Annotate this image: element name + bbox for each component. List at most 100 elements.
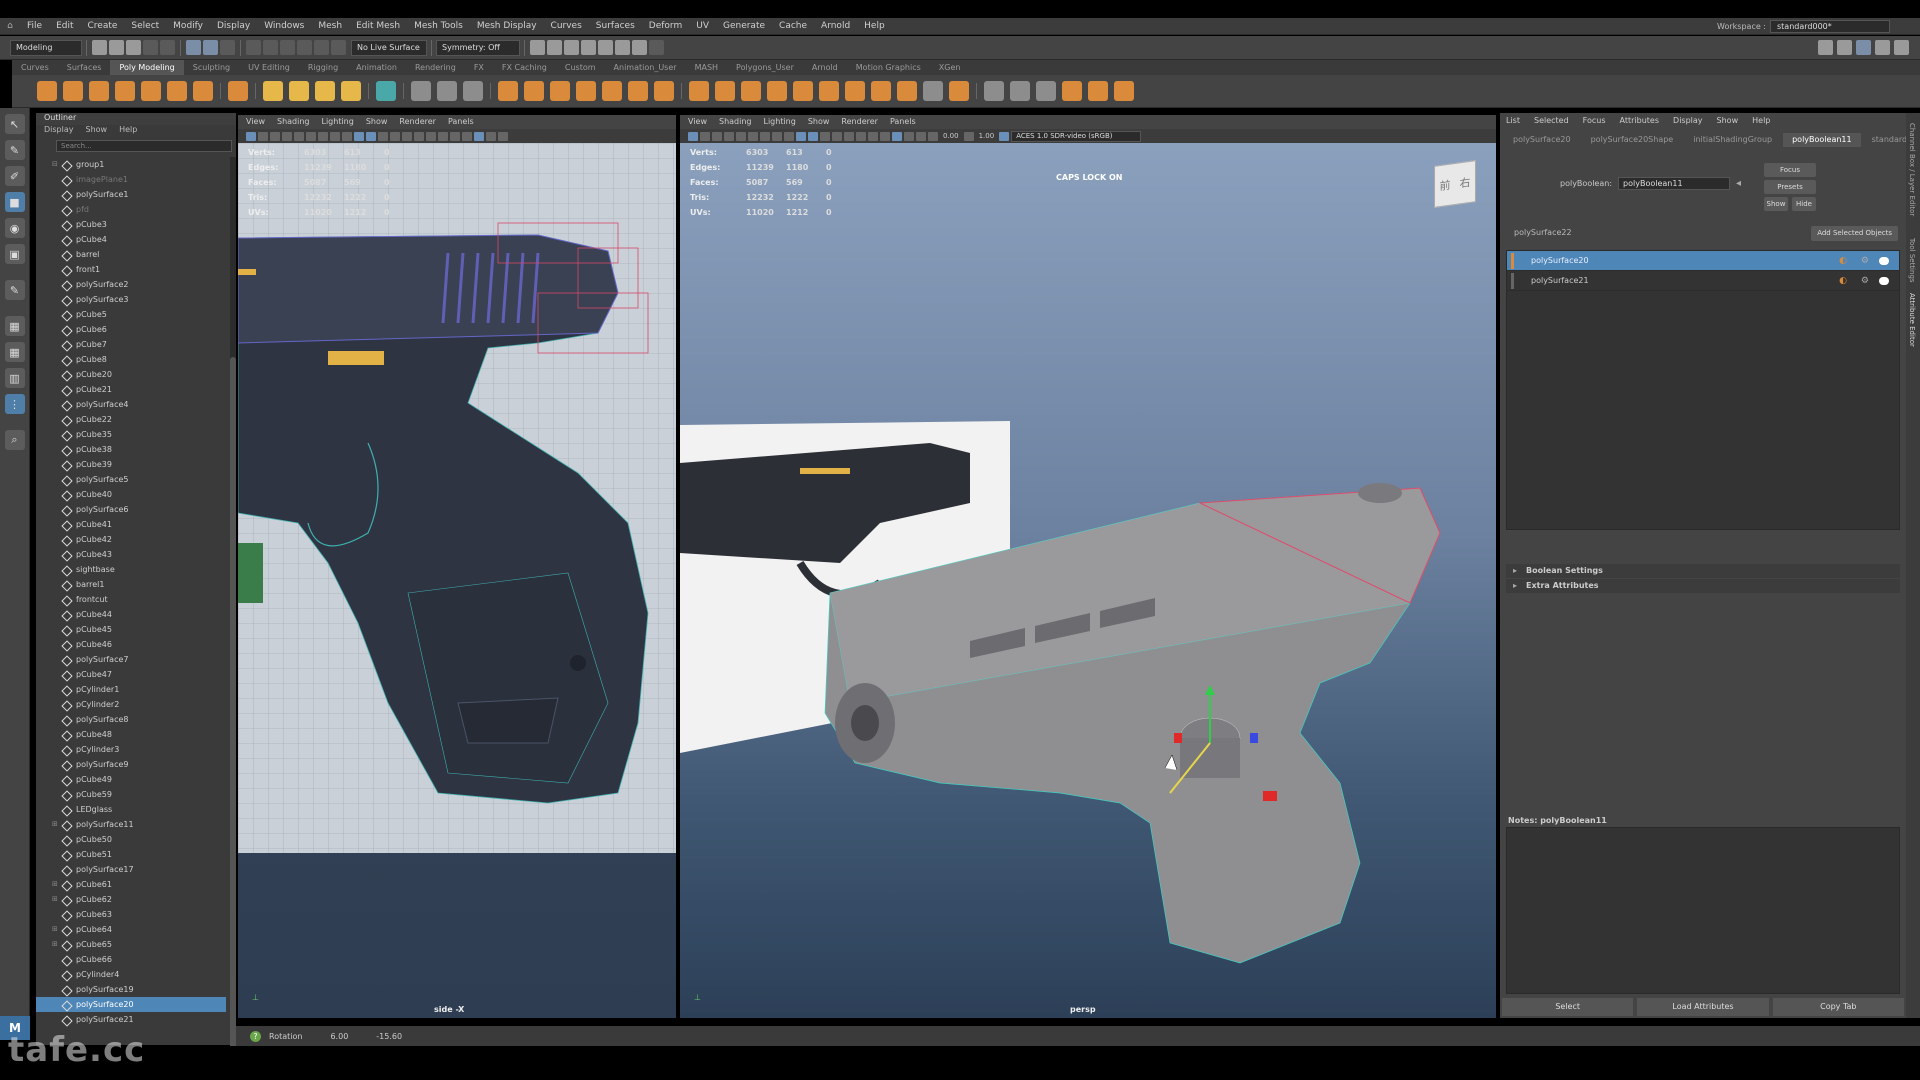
vp-menu-view[interactable]: View — [688, 115, 707, 129]
field-chart-icon[interactable] — [330, 131, 340, 141]
mode-dropdown[interactable]: Modeling — [10, 39, 82, 56]
frame-boolean-settings[interactable]: Boolean Settings — [1506, 564, 1900, 578]
outliner-item[interactable]: pCube3 — [36, 217, 226, 232]
default-material-icon[interactable] — [820, 131, 830, 141]
fill-hole-icon[interactable] — [715, 81, 735, 101]
menu-generate[interactable]: Generate — [716, 18, 772, 35]
operand-row[interactable]: polySurface21 ◐ ⚙ — [1507, 271, 1899, 291]
smooth-icon[interactable] — [463, 81, 483, 101]
add-selected-objects-button[interactable]: Add Selected Objects — [1811, 226, 1898, 241]
node-name-field[interactable]: polyBoolean11 — [1618, 177, 1731, 190]
crease-tool-icon[interactable] — [949, 81, 969, 101]
outliner-item[interactable]: pCube5 — [36, 307, 226, 322]
wireframe-icon[interactable] — [354, 131, 364, 141]
freeze-transform-icon[interactable] — [1062, 81, 1082, 101]
rotate-tool-icon[interactable]: ◉ — [4, 218, 25, 238]
outliner-item[interactable]: pCube7 — [36, 337, 226, 352]
poly-disc-icon[interactable] — [193, 81, 213, 101]
shelf-tab-rendering[interactable]: Rendering — [406, 60, 465, 75]
expand-toggle-icon[interactable]: ⊞ — [52, 877, 62, 892]
colorspace-dropdown[interactable]: ACES 1.0 SDR-video (sRGB) — [1011, 130, 1142, 142]
extract-icon[interactable] — [897, 81, 917, 101]
frame-extra-attributes[interactable]: Extra Attributes — [1506, 579, 1900, 593]
select-component-icon[interactable] — [220, 40, 235, 55]
expand-toggle-icon[interactable]: ⊟ — [52, 157, 62, 172]
gate-mask-icon[interactable] — [318, 131, 328, 141]
antialias-icon[interactable] — [450, 131, 460, 141]
shelf-tab-fx[interactable]: FX — [465, 60, 493, 75]
outliner-item[interactable]: polySurface19 — [36, 982, 226, 997]
outliner-item[interactable]: pCube63 — [36, 907, 226, 922]
outliner-item[interactable]: pCube66 — [36, 952, 226, 967]
field-chart-icon[interactable] — [772, 131, 782, 141]
shelf-tab-curves[interactable]: Curves — [12, 60, 58, 75]
outliner-item[interactable]: pCube51 — [36, 847, 226, 862]
merge-vertex-icon[interactable] — [741, 81, 761, 101]
four-view-layout-icon[interactable]: ▦ — [4, 342, 25, 362]
default-material-icon[interactable] — [378, 131, 388, 141]
vp-menu-panels[interactable]: Panels — [448, 115, 474, 129]
save-scene-icon[interactable] — [126, 40, 141, 55]
lasso-tool-icon[interactable]: ✎ — [4, 140, 25, 160]
shelf-tab-custom[interactable]: Custom — [556, 60, 605, 75]
vp-menu-view[interactable]: View — [246, 115, 265, 129]
film-gate-icon[interactable] — [736, 131, 746, 141]
operation-icon[interactable]: ◐ — [1839, 276, 1847, 286]
vp-menu-renderer[interactable]: Renderer — [399, 115, 436, 129]
attr-menu-show[interactable]: Show — [1717, 113, 1739, 129]
target-weld-icon[interactable] — [923, 81, 943, 101]
tab-channel-box[interactable]: Channel Box / Layer Editor — [1908, 123, 1916, 216]
outliner-item[interactable]: pCube22 — [36, 412, 226, 427]
outliner-item[interactable]: polySurface17 — [36, 862, 226, 877]
outliner-item[interactable]: pCube8 — [36, 352, 226, 367]
reset-transform-icon[interactable] — [1114, 81, 1134, 101]
camera-attributes-icon[interactable] — [688, 131, 698, 141]
outliner-item[interactable]: pfd — [36, 202, 226, 217]
select-node-icon[interactable]: ◂ — [1736, 178, 1741, 189]
bridge-icon[interactable] — [628, 81, 648, 101]
snap-grid-icon[interactable] — [246, 40, 261, 55]
outliner-item[interactable]: pCube46 — [36, 637, 226, 652]
persp-graph-layout-icon[interactable]: ⋮ — [4, 394, 25, 414]
menu-mesh-tools[interactable]: Mesh Tools — [407, 18, 470, 35]
snap-curve-icon[interactable] — [263, 40, 278, 55]
isolate-select-icon[interactable] — [892, 131, 902, 141]
single-perspective-layout-icon[interactable]: ▦ — [4, 316, 25, 336]
outliner-item[interactable]: LEDglass — [36, 802, 226, 817]
outliner-menu-show[interactable]: Show — [86, 125, 108, 137]
outliner-item[interactable]: sightbase — [36, 562, 226, 577]
vp-menu-show[interactable]: Show — [808, 115, 830, 129]
outliner-item[interactable]: pCylinder1 — [36, 682, 226, 697]
hypershade-icon[interactable] — [598, 40, 613, 55]
outliner-item[interactable]: pCube42 — [36, 532, 226, 547]
color-management-icon[interactable] — [999, 131, 1010, 141]
attr-menu-list[interactable]: List — [1506, 113, 1520, 129]
expand-toggle-icon[interactable]: ⊞ — [52, 817, 62, 832]
menu-create[interactable]: Create — [81, 18, 125, 35]
pause-icon[interactable] — [649, 40, 664, 55]
show-button[interactable]: Show — [1764, 197, 1788, 211]
render-view-icon[interactable] — [530, 40, 545, 55]
duplicate-face-icon[interactable] — [871, 81, 891, 101]
exposure-field[interactable]: 0.00 — [940, 132, 962, 140]
persp-outliner-layout-icon[interactable]: ▥ — [4, 368, 25, 388]
menu-display[interactable]: Display — [210, 18, 257, 35]
outliner-item[interactable]: ⊞ polySurface11 — [36, 817, 226, 832]
ambient-occlusion-icon[interactable] — [426, 131, 436, 141]
outliner-item[interactable]: pCube6 — [36, 322, 226, 337]
create-polygon-icon[interactable] — [376, 81, 396, 101]
menu-uv[interactable]: UV — [689, 18, 716, 35]
poly-plane-icon[interactable] — [167, 81, 187, 101]
viewcube[interactable]: 前 右 — [1434, 160, 1476, 208]
platonic-solid-icon[interactable] — [228, 81, 248, 101]
ipr-render-icon[interactable] — [564, 40, 579, 55]
shelf-tab-arnold[interactable]: Arnold — [803, 60, 847, 75]
arnold-render-icon[interactable] — [615, 40, 630, 55]
sweep-mesh-icon[interactable] — [289, 81, 309, 101]
motion-blur-icon[interactable] — [880, 131, 890, 141]
resolution-gate-icon[interactable] — [748, 131, 758, 141]
outliner-menu-display[interactable]: Display — [44, 125, 74, 137]
outliner-item[interactable]: ⊟ group1 — [36, 157, 226, 172]
resolution-gate-icon[interactable] — [306, 131, 316, 141]
outliner-item[interactable]: front1 — [36, 262, 226, 277]
